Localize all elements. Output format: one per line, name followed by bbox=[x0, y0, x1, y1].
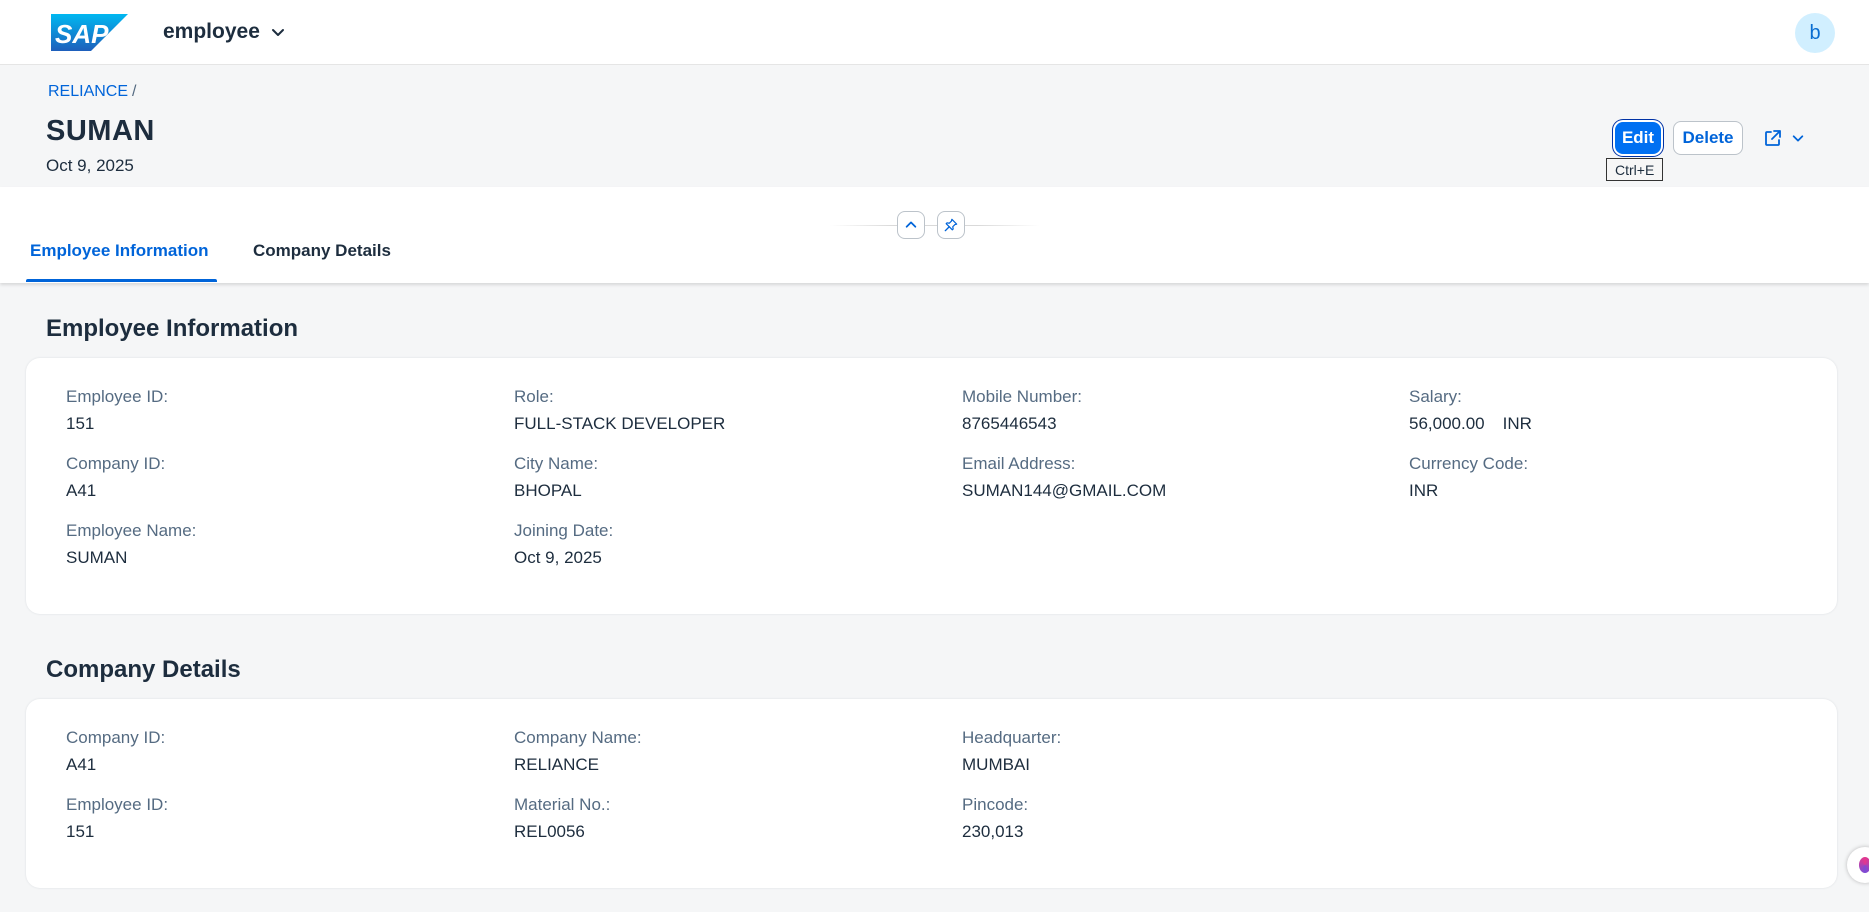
chevron-down-icon bbox=[271, 29, 284, 36]
field-salary: Salary: 56,000.00 INR bbox=[1409, 387, 1532, 434]
app-title-menu[interactable]: employee bbox=[163, 17, 286, 47]
header-divider bbox=[830, 225, 1040, 226]
svg-text:SAP: SAP bbox=[55, 19, 109, 49]
page-subtitle: Oct 9, 2025 bbox=[46, 156, 134, 175]
tab-company-details[interactable]: Company Details bbox=[253, 241, 391, 261]
chevron-down-icon bbox=[1792, 135, 1804, 142]
salary-amount: 56,000.00 bbox=[1409, 414, 1485, 433]
field-label: Mobile Number: bbox=[962, 387, 1082, 406]
collapse-header-button[interactable] bbox=[897, 211, 925, 239]
field-company-id: Company ID: A41 bbox=[66, 728, 165, 775]
field-label: Material No.: bbox=[514, 795, 611, 814]
field-value: REL0056 bbox=[514, 822, 585, 841]
assistant-logo-icon bbox=[1859, 857, 1869, 873]
field-label: Pincode: bbox=[962, 795, 1029, 814]
edit-shortcut-tooltip: Ctrl+E bbox=[1606, 158, 1664, 181]
edit-button[interactable]: Edit bbox=[1615, 122, 1661, 154]
field-label: Company Name: bbox=[514, 728, 642, 747]
field-value: MUMBAI bbox=[962, 755, 1030, 774]
avatar-initial: b bbox=[1809, 21, 1821, 44]
employee-information-card: Employee ID: 151 Company ID: A41 Employe… bbox=[26, 358, 1837, 614]
field-label: Company ID: bbox=[66, 728, 166, 747]
share-menu-button[interactable] bbox=[1755, 121, 1813, 155]
user-avatar[interactable]: b bbox=[1795, 13, 1835, 53]
field-value: BHOPAL bbox=[514, 481, 582, 500]
delete-button[interactable]: Delete bbox=[1673, 121, 1743, 155]
sap-logo[interactable]: SAP bbox=[51, 14, 128, 51]
breadcrumb: RELIANCE / bbox=[48, 83, 136, 101]
field-value: SUMAN144@GMAIL.COM bbox=[962, 481, 1167, 500]
field-pincode: Pincode: 230,013 bbox=[962, 795, 1028, 842]
assistant-bubble-icon[interactable] bbox=[1847, 847, 1869, 883]
field-value: SUMAN bbox=[66, 548, 128, 567]
field-label: Employee ID: bbox=[66, 387, 169, 406]
pin-header-button[interactable] bbox=[937, 211, 965, 239]
field-mobile-number: Mobile Number: 8765446543 bbox=[962, 387, 1082, 434]
field-material-no: Material No.: REL0056 bbox=[514, 795, 610, 842]
object-page-header: RELIANCE / SUMAN Oct 9, 2025 bbox=[0, 65, 1869, 187]
field-city-name: City Name: BHOPAL bbox=[514, 454, 598, 501]
field-label: City Name: bbox=[514, 454, 599, 473]
field-value: FULL-STACK DEVELOPER bbox=[514, 414, 726, 433]
breadcrumb-separator: / bbox=[132, 83, 137, 100]
breadcrumb-link-reliance[interactable]: RELIANCE bbox=[48, 83, 128, 100]
field-label: Headquarter: bbox=[962, 728, 1062, 747]
field-value: 8765446543 bbox=[962, 414, 1057, 433]
field-label: Currency Code: bbox=[1409, 454, 1529, 473]
shell-bar: SAP employee b bbox=[0, 0, 1869, 65]
field-value: A41 bbox=[66, 481, 97, 500]
chevron-up-icon bbox=[905, 221, 917, 228]
anchor-bar: Employee Information Company Details bbox=[0, 187, 1869, 283]
field-employee-id: Employee ID: 151 bbox=[66, 387, 168, 434]
field-label: Role: bbox=[514, 387, 554, 406]
field-value: RELIANCE bbox=[514, 755, 600, 774]
field-headquarter: Headquarter: MUMBAI bbox=[962, 728, 1061, 775]
field-value: A41 bbox=[66, 755, 97, 774]
app-title: employee bbox=[163, 20, 260, 43]
field-label: Employee ID: bbox=[66, 795, 169, 814]
field-value: Oct 9, 2025 bbox=[514, 548, 602, 567]
tab-employee-information[interactable]: Employee Information bbox=[30, 241, 209, 261]
field-employee-name: Employee Name: SUMAN bbox=[66, 521, 196, 568]
field-value: 151 bbox=[66, 822, 95, 841]
company-details-card: Company ID: A41 Employee ID: 151 Company… bbox=[26, 699, 1837, 888]
share-icon bbox=[1765, 130, 1781, 146]
field-currency-code: Currency Code: INR bbox=[1409, 454, 1528, 501]
field-label: Company ID: bbox=[66, 454, 166, 473]
field-role: Role: FULL-STACK DEVELOPER bbox=[514, 387, 725, 434]
active-tab-indicator bbox=[26, 279, 217, 282]
pin-icon bbox=[944, 218, 958, 232]
field-label: Employee Name: bbox=[66, 521, 197, 540]
field-value: 56,000.00 INR bbox=[1409, 414, 1532, 434]
section-title-company-details: Company Details bbox=[46, 656, 241, 683]
field-company-id: Company ID: A41 bbox=[66, 454, 165, 501]
field-label: Joining Date: bbox=[514, 521, 614, 540]
field-label: Email Address: bbox=[962, 454, 1076, 473]
field-label: Salary: bbox=[1409, 387, 1462, 406]
field-value: 151 bbox=[66, 414, 95, 433]
salary-currency: INR bbox=[1502, 414, 1532, 433]
page-title: SUMAN bbox=[46, 115, 155, 147]
field-company-name: Company Name: RELIANCE bbox=[514, 728, 642, 775]
field-joining-date: Joining Date: Oct 9, 2025 bbox=[514, 521, 613, 568]
field-value: 230,013 bbox=[962, 822, 1024, 841]
field-employee-id: Employee ID: 151 bbox=[66, 795, 168, 842]
section-title-employee-information: Employee Information bbox=[46, 315, 299, 342]
field-email-address: Email Address: SUMAN144@GMAIL.COM bbox=[962, 454, 1166, 501]
field-value: INR bbox=[1409, 481, 1439, 500]
